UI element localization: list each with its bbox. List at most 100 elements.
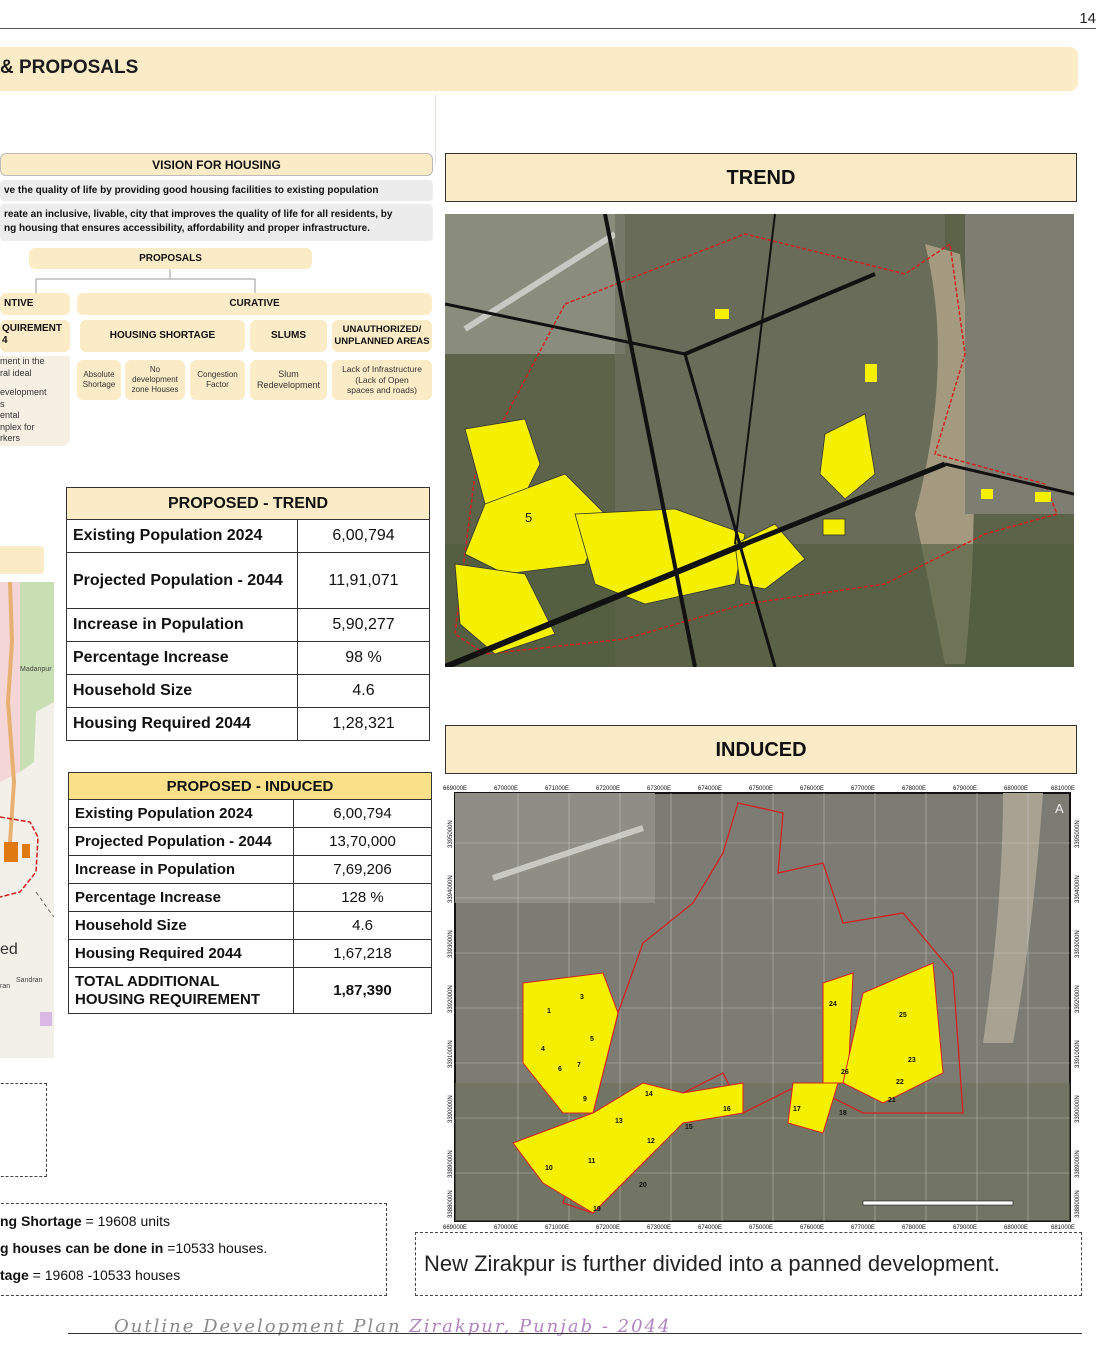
footer-rule bbox=[68, 1333, 1082, 1334]
req-text-line: rkers bbox=[0, 433, 20, 443]
row-value: 6,00,794 bbox=[297, 519, 430, 553]
x-tick: 676000E bbox=[800, 1225, 824, 1230]
unauthorized-label-a: UNAUTHORIZED/ bbox=[342, 324, 422, 335]
row-key: Existing Population 2024 bbox=[66, 519, 298, 553]
row-key: Increase in Population bbox=[68, 855, 294, 884]
table-row: Increase in Population 5,90,277 bbox=[66, 608, 430, 642]
y-tick: 3391000N bbox=[1075, 1040, 1081, 1068]
row-key: Projected Population - 2044 bbox=[68, 827, 294, 856]
no-dev-line: No bbox=[149, 365, 161, 374]
shortage-line-2: g houses can be done in =10533 houses. bbox=[0, 1240, 267, 1256]
y-tick: 3392000N bbox=[448, 985, 454, 1013]
congestion-factor-box: Congestion Factor bbox=[190, 360, 245, 400]
table-row: Increase in Population 7,69,206 bbox=[68, 855, 432, 884]
row-key: Percentage Increase bbox=[66, 641, 298, 675]
housing-shortage-label: HOUSING SHORTAGE bbox=[80, 320, 245, 352]
no-dev-line: development bbox=[132, 375, 178, 384]
slum-redevelopment-box: Slum Redevelopment bbox=[250, 360, 327, 400]
row-value: 5,90,277 bbox=[297, 608, 430, 642]
req-text-line: nplex for bbox=[0, 421, 35, 432]
absolute-shortage-box: Absolute Shortage bbox=[77, 360, 121, 400]
y-tick: 3388000N bbox=[448, 1190, 454, 1218]
total-key-line-1: TOTAL ADDITIONAL bbox=[75, 972, 220, 990]
table-row: Projected Population - 2044 13,70,000 bbox=[68, 827, 432, 856]
zone-number: 13 bbox=[615, 1118, 623, 1125]
yellow-zone bbox=[865, 364, 877, 382]
vision-line-1: ve the quality of life by providing good… bbox=[0, 180, 433, 201]
zone-number: 12 bbox=[647, 1138, 655, 1145]
x-tick: 669000E bbox=[443, 786, 467, 792]
zone-number: 23 bbox=[908, 1057, 916, 1064]
shortage-line-3: tage = 19608 -10533 houses bbox=[0, 1267, 180, 1283]
absolute-line: Shortage bbox=[82, 380, 116, 389]
lack-infra-line: Lack of Infrastructure bbox=[342, 364, 422, 374]
row-value: 98 % bbox=[297, 641, 430, 675]
zone-number: 24 bbox=[829, 1001, 837, 1008]
req-text-line bbox=[0, 379, 70, 387]
left-dashed-box bbox=[0, 1083, 47, 1177]
y-tick: 3393000N bbox=[448, 930, 454, 958]
y-tick: 3389000N bbox=[1075, 1150, 1081, 1178]
total-key: TOTAL ADDITIONAL HOUSING REQUIREMENT bbox=[68, 967, 294, 1014]
x-tick: 671000E bbox=[545, 1225, 569, 1230]
yellow-zone bbox=[1035, 492, 1051, 502]
madanpur-label: Madanpur bbox=[20, 666, 52, 673]
no-development-box: No development zone Houses bbox=[125, 360, 185, 400]
slums-label: SLUMS bbox=[250, 320, 327, 352]
yellow-zone bbox=[715, 309, 729, 319]
vision-line-2: reate an inclusive, livable, city that i… bbox=[0, 204, 433, 241]
congestion-line: Factor bbox=[206, 380, 229, 389]
east-urban bbox=[965, 214, 1074, 514]
table-row: Housing Required 2044 1,28,321 bbox=[66, 707, 430, 741]
req-text-line: ental bbox=[0, 410, 20, 420]
table-row: Existing Population 2024 6,00,794 bbox=[66, 519, 430, 553]
row-key: Increase in Population bbox=[66, 608, 298, 642]
y-tick: 3395000N bbox=[448, 820, 454, 848]
proposals-label: PROPOSALS bbox=[29, 248, 312, 269]
x-tick: 670000E bbox=[494, 1225, 518, 1230]
zone-number: 15 bbox=[685, 1124, 693, 1131]
x-tick: 671000E bbox=[545, 786, 569, 792]
purple-zone bbox=[40, 1012, 52, 1026]
y-tick: 3394000N bbox=[1075, 875, 1081, 903]
x-tick: 677000E bbox=[851, 786, 875, 792]
row-value: 7,69,206 bbox=[293, 855, 432, 884]
trend-table-title: PROPOSED - TREND bbox=[66, 487, 430, 520]
x-tick: 677000E bbox=[851, 1225, 875, 1230]
unauthorized-label-b: UNPLANNED AREAS bbox=[334, 336, 430, 347]
req-text-line: s bbox=[0, 398, 5, 409]
table-row: Percentage Increase 98 % bbox=[66, 641, 430, 675]
lack-infra-line: (Lack of Open bbox=[355, 374, 409, 385]
zone-number: 25 bbox=[899, 1012, 907, 1019]
slum-redev-line: Redevelopment bbox=[256, 380, 321, 390]
row-value: 13,70,000 bbox=[293, 827, 432, 856]
row-value: 4.6 bbox=[293, 911, 432, 940]
unauthorized-label: UNAUTHORIZED/ UNPLANNED AREAS bbox=[332, 320, 432, 352]
x-tick: 678000E bbox=[902, 1225, 926, 1230]
row-key: Household Size bbox=[66, 674, 298, 708]
row-key: Housing Required 2044 bbox=[66, 707, 298, 741]
x-tick: 676000E bbox=[800, 786, 824, 792]
zone-number: 10 bbox=[545, 1165, 553, 1172]
x-tick: 670000E bbox=[494, 786, 518, 792]
x-tick: 675000E bbox=[749, 786, 773, 792]
row-value: 1,28,321 bbox=[297, 707, 430, 741]
row-value: 11,91,071 bbox=[297, 552, 430, 609]
zone-number: 9 bbox=[583, 1096, 587, 1103]
left-map-header bbox=[0, 546, 44, 574]
north-arrow-icon: A bbox=[1055, 801, 1064, 816]
req-text-line: ment in the bbox=[0, 356, 45, 366]
zone-number: 26 bbox=[841, 1069, 849, 1076]
table-row: Housing Required 2044 1,67,218 bbox=[68, 939, 432, 968]
trend-map-title: TREND bbox=[445, 153, 1077, 202]
row-value: 4.6 bbox=[297, 674, 430, 708]
x-tick: 681000E bbox=[1051, 1225, 1075, 1230]
induced-table-title: PROPOSED - INDUCED bbox=[68, 772, 432, 800]
row-key: Housing Required 2044 bbox=[68, 939, 294, 968]
zone-number: 11 bbox=[588, 1158, 596, 1165]
section-title: & PROPOSALS bbox=[0, 57, 139, 78]
shortage-line-3-value: = 19608 -10533 houses bbox=[28, 1267, 181, 1283]
row-value: 128 % bbox=[293, 883, 432, 912]
total-row: TOTAL ADDITIONAL HOUSING REQUIREMENT 1,8… bbox=[68, 967, 432, 1014]
x-tick: 673000E bbox=[647, 786, 671, 792]
